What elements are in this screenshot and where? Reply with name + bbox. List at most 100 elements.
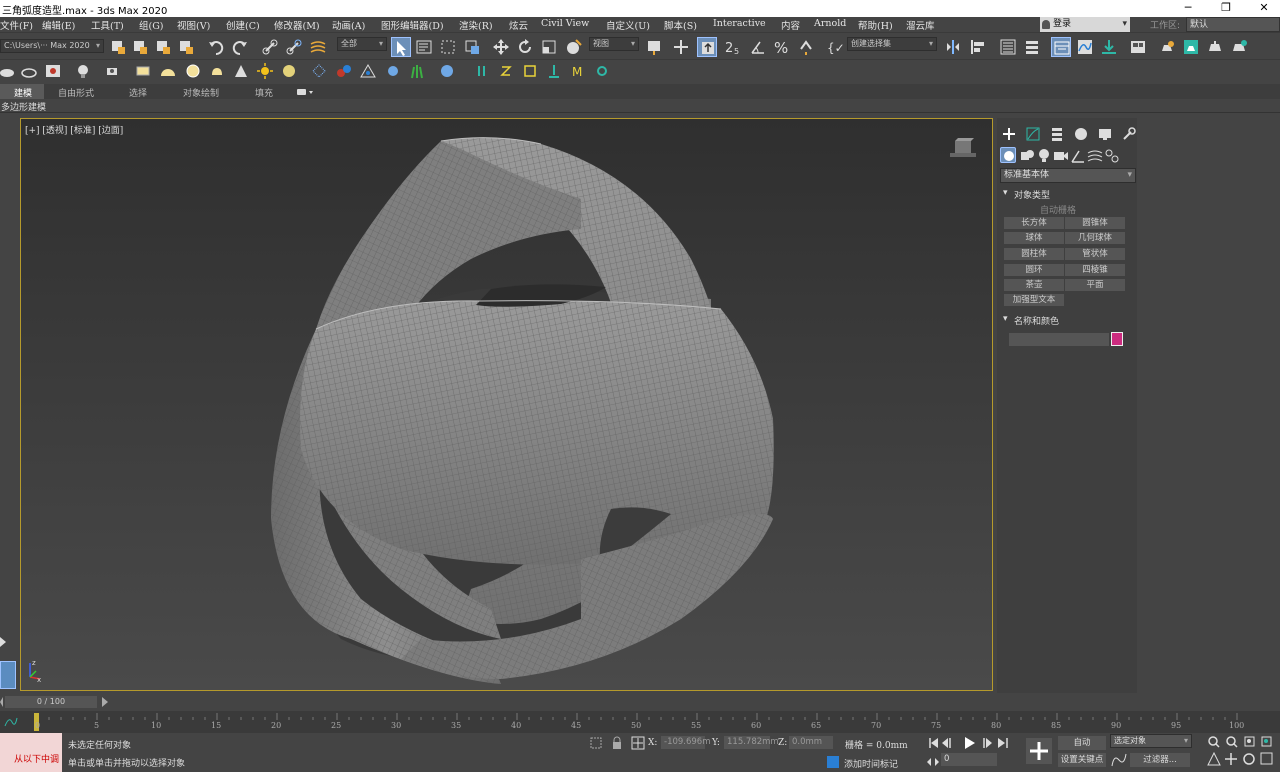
menu-content[interactable]: 内容 xyxy=(781,18,800,32)
menu-scripting[interactable]: 脚本(S) xyxy=(664,18,697,32)
box-button[interactable]: 长方体 xyxy=(1004,217,1064,229)
rectangular-selection-icon[interactable] xyxy=(440,39,456,55)
minimize-button[interactable]: ─ xyxy=(1168,0,1208,17)
area-light-icon[interactable] xyxy=(135,63,151,79)
bind-space-warp-icon[interactable] xyxy=(155,39,171,55)
sphere-light-icon[interactable] xyxy=(185,63,201,79)
perspective-viewport[interactable]: [+] [透视] [标准] [边面] z x xyxy=(20,118,993,691)
select-manipulate-icon[interactable] xyxy=(673,39,689,55)
menu-customize[interactable]: 自定义(U) xyxy=(606,18,650,32)
redo-icon[interactable] xyxy=(232,39,248,55)
reference-coord-dropdown[interactable]: 视图 ▾ xyxy=(589,37,639,51)
space-warp-icon[interactable] xyxy=(310,39,326,55)
tab-modeling[interactable]: 建模 xyxy=(14,86,32,99)
project-path-dropdown[interactable]: C:\Users\··· Max 2020 ▾ xyxy=(0,39,104,53)
link-icon[interactable] xyxy=(262,39,278,55)
percent-snap-icon[interactable]: % xyxy=(774,39,790,55)
selection-filter-dropdown[interactable]: 全部 ▾ xyxy=(337,37,387,51)
key-mode-toggle-icon[interactable] xyxy=(926,756,940,768)
menu-edit[interactable]: 编辑(E) xyxy=(42,18,75,32)
menu-graph-editors[interactable]: 图形编辑器(D) xyxy=(381,18,444,32)
box-tool-icon[interactable] xyxy=(522,63,538,79)
key-tangent-icon[interactable] xyxy=(1110,753,1128,767)
image-icon[interactable] xyxy=(45,63,61,79)
autogrid-checkbox[interactable]: 自动栅格 xyxy=(1040,203,1076,216)
login-dropdown[interactable]: 登录 ▾ xyxy=(1040,17,1130,32)
cone-light-icon[interactable] xyxy=(233,63,249,79)
render-in-cloud-icon[interactable] xyxy=(1231,39,1247,55)
select-object-icon[interactable] xyxy=(391,37,411,57)
set-key-button[interactable]: 设置关键点 xyxy=(1058,753,1106,767)
gear-icon[interactable] xyxy=(594,63,610,79)
isolate-selection-icon[interactable] xyxy=(589,736,603,750)
current-frame-field[interactable]: 0 xyxy=(941,753,997,766)
menu-tools[interactable]: 工具(T) xyxy=(91,18,124,32)
z-coordinate[interactable]: 0.0mm xyxy=(789,736,833,749)
menu-arnold[interactable]: Arnold xyxy=(814,18,846,29)
toggle-ribbon-icon[interactable] xyxy=(1051,37,1071,57)
menu-help[interactable]: 帮助(H) xyxy=(858,18,893,32)
grass-icon[interactable] xyxy=(409,63,425,79)
geometry-category-icon[interactable] xyxy=(1000,147,1016,163)
object-type-rollout[interactable]: 对象类型 xyxy=(1014,188,1050,201)
snaps-toggle-icon[interactable]: 25 xyxy=(724,39,746,55)
time-slider-right-icon[interactable] xyxy=(101,697,109,707)
cameras-category-icon[interactable] xyxy=(1053,148,1069,164)
set-key-icon[interactable] xyxy=(1026,738,1052,764)
unlink-icon[interactable] xyxy=(132,39,148,55)
pyramid-button[interactable]: 四棱锥 xyxy=(1065,264,1125,276)
text-plus-button[interactable]: 加强型文本 xyxy=(1004,294,1064,306)
menu-civil-view[interactable]: Civil View xyxy=(541,18,589,29)
teapot-light-icon[interactable] xyxy=(209,63,225,79)
systems-category-icon[interactable] xyxy=(1104,148,1120,164)
tab-populate[interactable]: 填充 xyxy=(255,86,273,99)
time-slider[interactable]: 0 / 100 xyxy=(5,696,97,708)
play-small-icon[interactable] xyxy=(0,636,8,648)
tab-selection[interactable]: 选择 xyxy=(129,86,147,99)
select-by-name-icon[interactable] xyxy=(416,39,432,55)
photometric-light-icon[interactable] xyxy=(281,63,297,79)
geosphere-button[interactable]: 几何球体 xyxy=(1065,232,1125,244)
spinner-snap-icon[interactable] xyxy=(798,39,814,55)
menu-file[interactable]: 文件(F) xyxy=(0,18,33,32)
curve-editor-mini-icon[interactable] xyxy=(4,716,18,728)
display-tab-icon[interactable] xyxy=(1097,126,1113,142)
tent-icon[interactable] xyxy=(360,63,376,79)
dome-light-icon[interactable] xyxy=(160,63,176,79)
add-time-tag[interactable]: 添加时间标记 xyxy=(844,757,898,770)
scale-icon[interactable] xyxy=(541,39,557,55)
cloud-outline-icon[interactable] xyxy=(21,63,37,79)
polygon-modeling-label[interactable]: 多边形建模 xyxy=(1,100,46,113)
menu-modifiers[interactable]: 修改器(M) xyxy=(274,18,320,32)
window-crossing-icon[interactable] xyxy=(464,39,480,55)
menu-rendering[interactable]: 渲染(R) xyxy=(459,18,493,32)
cylinder-button[interactable]: 圆柱体 xyxy=(1004,248,1064,260)
gear-flower-icon[interactable] xyxy=(385,63,401,79)
cloud-icon[interactable] xyxy=(0,63,16,79)
helpers-category-icon[interactable] xyxy=(1070,148,1086,164)
workspace-dropdown[interactable]: 默认 xyxy=(1186,17,1280,32)
sphere-button[interactable]: 球体 xyxy=(1004,232,1064,244)
primitive-type-dropdown[interactable]: 标准基本体 ▾ xyxy=(1000,168,1136,183)
menu-group[interactable]: 组(G) xyxy=(139,18,164,32)
hierarchy-tab-icon[interactable] xyxy=(1049,126,1065,142)
placement-icon[interactable] xyxy=(566,39,582,55)
lights-category-icon[interactable] xyxy=(1036,148,1052,164)
curve-editor-icon[interactable] xyxy=(1077,39,1093,55)
camera-sample-icon[interactable] xyxy=(104,63,120,79)
menu-views[interactable]: 视图(V) xyxy=(177,18,210,32)
pivot-icon[interactable] xyxy=(646,39,662,55)
globe-icon[interactable] xyxy=(439,63,455,79)
plane-button[interactable]: 平面 xyxy=(1065,279,1125,291)
grid-pattern-icon[interactable] xyxy=(311,63,327,79)
material-editor-icon[interactable] xyxy=(1130,39,1146,55)
mirror-icon[interactable] xyxy=(945,39,961,55)
tab-freeform[interactable]: 自由形式 xyxy=(58,86,94,99)
create-tab-icon[interactable] xyxy=(1001,126,1017,142)
scene-explorer-icon[interactable] xyxy=(1000,39,1016,55)
auto-key-button[interactable]: 自动 xyxy=(1058,736,1106,750)
menu-xuanyun[interactable]: 炫云 xyxy=(509,18,528,32)
light-bulb-icon[interactable] xyxy=(75,63,91,79)
space-warps-category-icon[interactable] xyxy=(1087,148,1103,164)
select-link-icon[interactable] xyxy=(110,39,126,55)
